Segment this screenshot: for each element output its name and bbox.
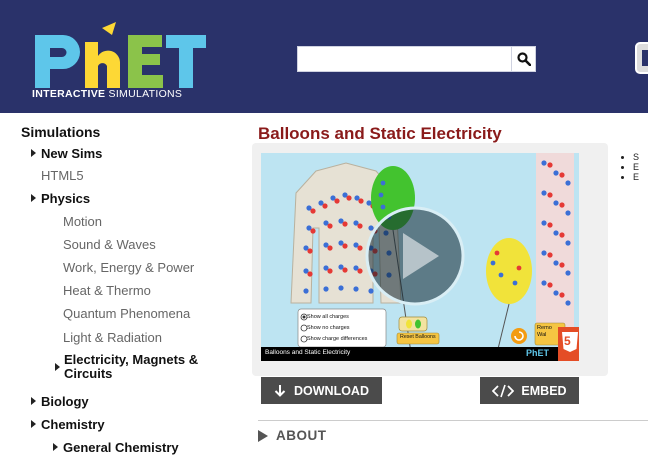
charge-radio-group[interactable]: Show all charges Show no charges Show ch… (307, 312, 367, 345)
sidebar-item-label-line2: Circuits (64, 366, 113, 381)
site-header: INTERACTIVE SIMULATIONS (0, 0, 648, 113)
download-label: DOWNLOAD (294, 383, 369, 398)
sidebar-item-light-radiation[interactable]: Light & Radiation (63, 330, 162, 345)
reset-balloons-button[interactable]: Reset Balloons (400, 334, 436, 340)
sidebar-item-work-energy[interactable]: Work, Energy & Power (63, 260, 194, 275)
about-toggle[interactable]: ABOUT (258, 428, 327, 443)
sidebar-item-quantum[interactable]: Quantum Phenomena (63, 306, 190, 321)
sidebar-item-label: Biology (41, 394, 89, 409)
logo-tag-bold: INTERACTIVE (32, 88, 106, 100)
video-caption: Balloons and Static Electricity (265, 349, 351, 356)
remove-wall-label-1: Remo (537, 325, 552, 331)
bullet-item: E (633, 162, 648, 172)
sidebar-item-biology[interactable]: Biology (31, 394, 89, 409)
sim-info-bullets: S E E (621, 152, 648, 182)
code-icon (492, 384, 515, 397)
html5-badge-number: 5 (564, 334, 571, 348)
radio-show-charge-differences[interactable]: Show charge differences (307, 334, 367, 345)
sidebar-item-label: New Sims (41, 146, 103, 161)
sidebar-item-new-sims[interactable]: New Sims (31, 146, 102, 161)
simulation-video[interactable]: Show all charges Show no charges Show ch… (261, 153, 579, 361)
search-icon (516, 52, 531, 66)
sidebar-item-label: Electricity, Magnets & (64, 352, 199, 367)
triangle-right-icon (53, 443, 58, 451)
sidebar-item-electricity[interactable]: Electricity, Magnets & Circuits (55, 353, 198, 381)
logo-tag-light: SIMULATIONS (108, 88, 183, 100)
search-button[interactable] (512, 46, 536, 72)
radio-show-all-charges[interactable]: Show all charges (307, 312, 367, 323)
sidebar-item-label: Chemistry (41, 417, 105, 432)
about-label: ABOUT (276, 428, 327, 443)
download-arrow-icon (274, 385, 286, 397)
section-divider (258, 420, 648, 421)
page-title: Balloons and Static Electricity (258, 124, 502, 143)
sidebar-item-motion[interactable]: Motion (63, 214, 102, 229)
sidebar-title: Simulations (21, 124, 101, 140)
triangle-right-icon (31, 420, 36, 428)
account-icon[interactable] (633, 40, 648, 76)
triangle-right-icon (31, 149, 36, 157)
sidebar-item-html5[interactable]: HTML5 (41, 168, 84, 183)
radio-show-no-charges[interactable]: Show no charges (307, 323, 367, 334)
download-button[interactable]: DOWNLOAD (261, 377, 382, 404)
triangle-right-icon (55, 363, 60, 371)
sidebar-item-label: Physics (41, 191, 91, 206)
bullet-item: S (633, 152, 648, 162)
embed-label: EMBED (521, 383, 567, 398)
bullet-item: E (633, 172, 648, 182)
sidebar-item-chemistry[interactable]: Chemistry (31, 417, 105, 432)
sidebar-item-sound-waves[interactable]: Sound & Waves (63, 237, 156, 252)
sidebar-item-physics[interactable]: Physics (31, 191, 90, 206)
phet-logo-mark (35, 22, 206, 88)
search-input[interactable] (297, 46, 512, 72)
triangle-right-icon (31, 397, 36, 405)
html5-badge: 5 (561, 331, 579, 361)
triangle-right-icon (258, 429, 268, 442)
phet-badge: PhET (526, 348, 550, 358)
triangle-right-icon (31, 194, 36, 202)
remove-wall-label-2: Wal (537, 332, 547, 338)
sidebar: Simulations New Sims HTML5 Physics Motio… (0, 113, 240, 455)
logo-tagline: INTERACTIVE SIMULATIONS (32, 88, 182, 100)
sidebar-item-label: General Chemistry (63, 440, 179, 455)
embed-button[interactable]: EMBED (480, 377, 579, 404)
remove-wall-button[interactable]: Remo Wal (537, 325, 552, 339)
sidebar-item-heat-thermo[interactable]: Heat & Thermo (63, 283, 151, 298)
sidebar-item-general-chemistry[interactable]: General Chemistry (53, 440, 179, 455)
